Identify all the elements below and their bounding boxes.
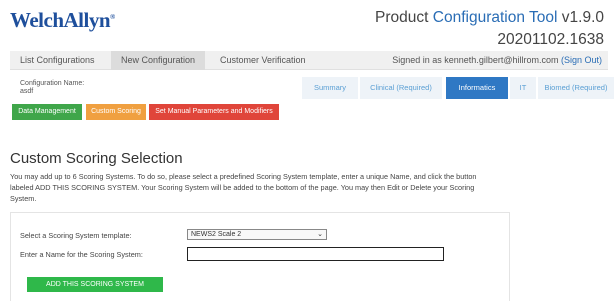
scoring-template-select[interactable]: NEWS2 Scale 2 ⌄ [187,229,327,240]
tab-new-configuration[interactable]: New Configuration [111,51,206,70]
scoring-name-input[interactable] [187,247,444,261]
name-input-label: Enter a Name for the Scoring System: [20,250,143,259]
signed-in-info: Signed in as kenneth.gilbert@hillrom.com… [392,51,602,70]
app-title-highlight: Configuration Tool [432,9,558,26]
logo-trademark: ® [110,13,115,21]
chevron-down-icon: ⌄ [317,231,323,238]
tab-informatics[interactable]: Informatics [446,77,508,99]
custom-scoring-button[interactable]: Custom Scoring [86,104,146,120]
intro-text: You may add up to 6 Scoring Systems. To … [10,172,477,203]
tab-summary[interactable]: Summary [302,77,358,99]
app-version: v1.9.0 [561,9,604,26]
logo-text: WelchAllyn [10,8,111,32]
section-tabs: Summary Clinical (Required) Informatics … [0,77,616,99]
data-management-button[interactable]: Data Management [12,104,82,120]
welch-allyn-logo: WelchAllyn® [10,8,115,33]
build-number: 20201102.1638 [497,31,604,48]
template-select-label: Select a Scoring System template: [20,231,132,240]
tab-list-configurations[interactable]: List Configurations [10,51,105,70]
sign-out-link[interactable]: (Sign Out) [561,55,602,65]
add-scoring-system-button[interactable]: ADD THIS SCORING SYSTEM [27,277,163,292]
scoring-template-value: NEWS2 Scale 2 [191,231,242,238]
tab-it[interactable]: IT [510,77,536,99]
section-actions: Data Management Custom Scoring Set Manua… [0,104,616,120]
tab-biomed[interactable]: Biomed (Required) [538,77,614,99]
app-title: Product Configuration Tool v1.9.0 [375,9,604,27]
tab-clinical[interactable]: Clinical (Required) [360,77,442,99]
app-title-prefix: Product [375,9,429,26]
top-navigation: List Configurations New Configuration Cu… [10,51,608,70]
manual-parameters-button[interactable]: Set Manual Parameters and Modifiers [149,104,279,120]
tab-customer-verification[interactable]: Customer Verification [210,51,316,70]
signed-in-text: Signed in as kenneth.gilbert@hillrom.com [392,55,559,65]
page-title: Custom Scoring Selection [10,150,183,167]
